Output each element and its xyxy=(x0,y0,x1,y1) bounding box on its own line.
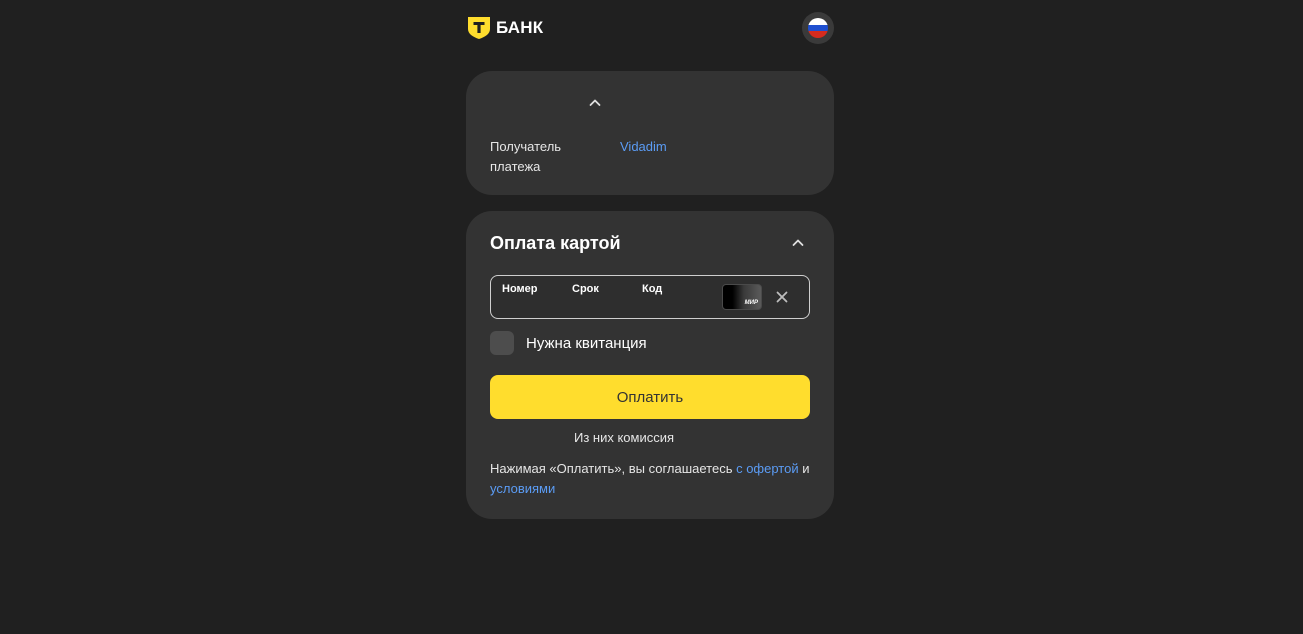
header: БАНК xyxy=(466,12,834,44)
payment-card: Оплата картой Номер Срок Код МИР Нужна к… xyxy=(466,211,834,519)
russia-flag-icon xyxy=(808,18,828,38)
terms-prefix: Нажимая «Оплатить», вы соглашаетесь xyxy=(490,461,737,476)
payment-system-label: МИР xyxy=(744,300,758,306)
commission-text: Из них комиссия xyxy=(573,430,675,445)
chevron-up-icon[interactable] xyxy=(587,95,603,111)
terms-text: Нажимая «Оплатить», вы соглашаетесь с оф… xyxy=(490,459,820,499)
terms-middle: и xyxy=(798,461,810,476)
chevron-up-icon[interactable] xyxy=(790,235,806,251)
receipt-checkbox-row[interactable]: Нужна квитанция xyxy=(490,331,647,355)
card-number-field[interactable]: Номер xyxy=(502,283,538,295)
card-expiry-field[interactable]: Срок xyxy=(572,283,599,295)
pay-button[interactable]: Оплатить xyxy=(490,375,810,419)
bank-logo-icon xyxy=(468,17,490,39)
payment-title: Оплата картой xyxy=(490,233,621,253)
logo-text: БАНК xyxy=(496,18,544,37)
payment-page: БАНК Получатель платежа Vidadim Оплата к… xyxy=(466,0,834,634)
recipient-card: Получатель платежа Vidadim xyxy=(466,71,834,195)
receipt-label: Нужна квитанция xyxy=(526,334,647,352)
conditions-link[interactable]: условиями xyxy=(490,481,555,496)
receipt-checkbox[interactable] xyxy=(490,331,514,355)
offer-link[interactable]: с офертой xyxy=(736,461,799,476)
mir-logo-icon: МИР xyxy=(722,284,762,310)
card-input[interactable]: Номер Срок Код МИР xyxy=(490,275,810,319)
bank-logo: БАНК xyxy=(466,15,543,41)
recipient-label: Получатель платежа xyxy=(490,139,562,174)
card-cvc-field[interactable]: Код xyxy=(642,283,662,295)
language-selector[interactable] xyxy=(802,12,834,44)
close-icon[interactable] xyxy=(774,289,790,305)
recipient-value[interactable]: Vidadim xyxy=(620,137,667,157)
